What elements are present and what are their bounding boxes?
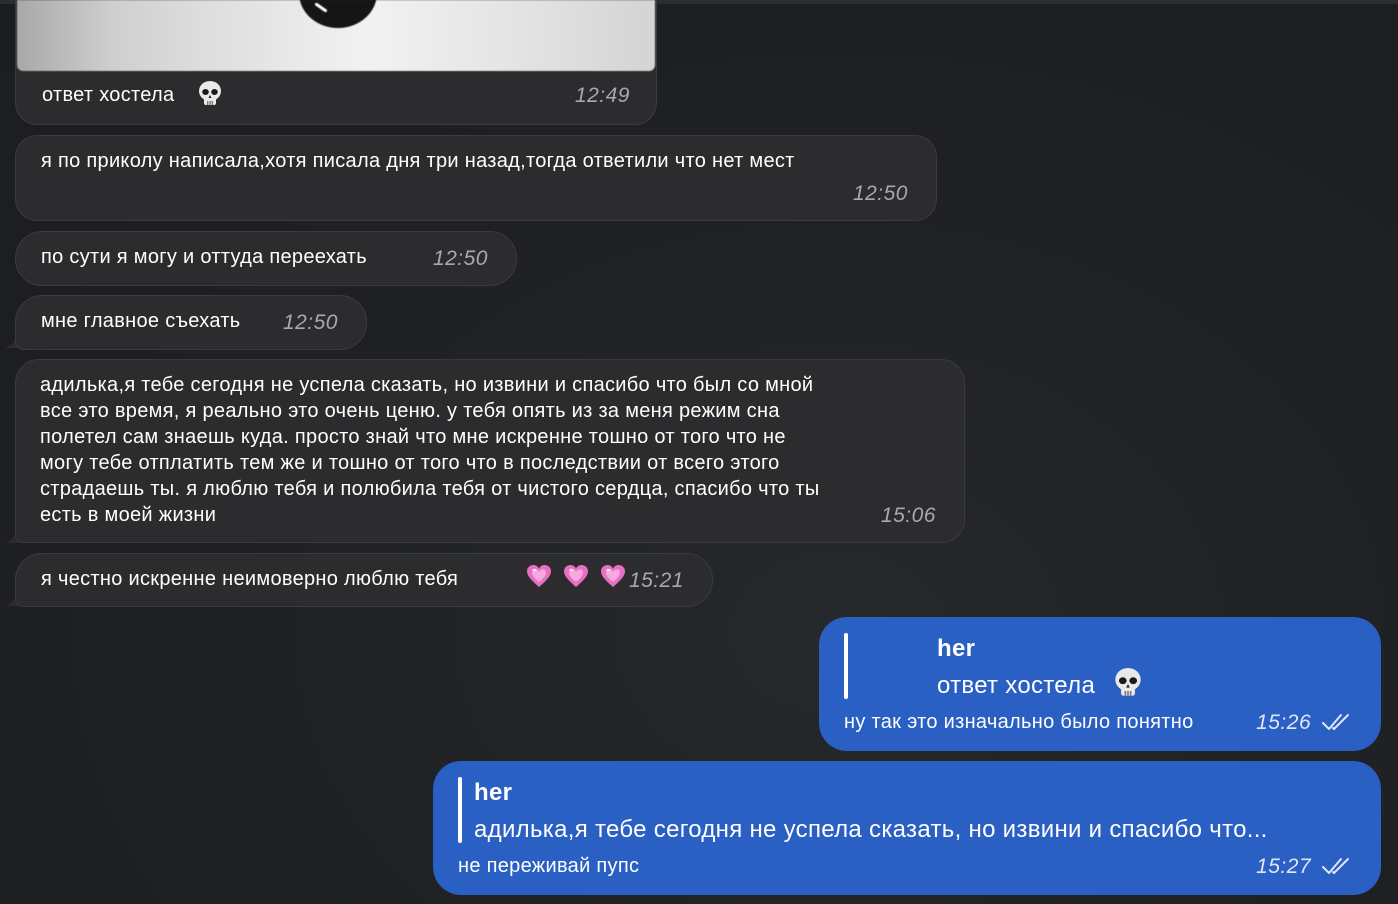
double-check-icon (1322, 858, 1349, 874)
message-timestamp: 12:50 (852, 182, 908, 205)
message-incoming-media[interactable]: ответ хостела 12:49 (15, 0, 657, 125)
message-incoming[interactable]: я честно искренне неимоверно люблю тебя … (15, 553, 713, 607)
message-text: я по приколу написала,хотя писала дня тр… (41, 150, 795, 172)
reply-author: her (474, 779, 513, 806)
message-timestamp: 15:21 (628, 569, 684, 592)
message-text-block: адилька,я тебе сегодня не успела сказать… (40, 372, 940, 528)
message-text: по сути я могу и оттуда переехать (41, 246, 367, 268)
message-incoming-long[interactable]: адилька,я тебе сегодня не успела сказать… (15, 359, 965, 543)
reply-quote-bar (844, 633, 848, 699)
message-timestamp: 12:50 (432, 247, 488, 270)
hearts-group (521, 564, 626, 589)
reply-quote[interactable]: her адилька,я тебе сегодня не успела ска… (463, 771, 1363, 851)
message-outgoing-reply[interactable]: her адилька,я тебе сегодня не успела ска… (433, 761, 1381, 895)
skull-emoji-icon (1115, 668, 1141, 696)
message-line: все это время, я реально это очень ценю.… (40, 400, 780, 422)
reply-author: her (937, 635, 976, 662)
message-text: я честно искренне неимоверно люблю тебя (41, 568, 459, 590)
message-text: мне главное съехать (41, 310, 241, 332)
message-incoming[interactable]: я по приколу написала,хотя писала дня тр… (15, 135, 937, 221)
message-outgoing-reply[interactable]: her ответ хостела ну так это изначально … (819, 617, 1381, 751)
message-meta: 15:27 (1256, 855, 1353, 879)
reply-quote-bar (458, 777, 462, 843)
message-text: не переживай пупс (458, 855, 640, 877)
message-line: могу тебе отплатить тем же и тошно от то… (40, 452, 780, 474)
message-timestamp: 12:49 (574, 84, 630, 107)
message-text: ответ хостела (42, 84, 175, 106)
message-line: адилька,я тебе сегодня не успела сказать… (40, 374, 814, 396)
message-meta: 15:26 (1256, 711, 1353, 735)
heart-emoji-icon (563, 565, 588, 587)
message-timestamp: 12:50 (282, 311, 338, 334)
message-timestamp: 15:27 (1256, 855, 1312, 878)
message-incoming[interactable]: мне главное съехать 12:50 (15, 295, 367, 350)
message-line: страдаешь ты. я люблю тебя и полюбила те… (40, 478, 820, 500)
reply-text: адилька,я тебе сегодня не успела сказать… (474, 816, 1268, 843)
double-check-icon (1322, 714, 1349, 730)
message-line: есть в моей жизни (40, 504, 217, 526)
message-incoming[interactable]: по сути я могу и оттуда переехать 12:50 (15, 231, 517, 286)
message-timestamp: 15:06 (880, 504, 936, 527)
chat-view: ответ хостела 12:49 я по приколу написал… (0, 0, 1398, 904)
message-timestamp: 15:26 (1256, 711, 1312, 734)
message-line: полетел сам знаешь куда. просто знай что… (40, 426, 786, 448)
message-text: ну так это изначально было понятно (844, 711, 1194, 733)
blurred-photo[interactable] (17, 0, 655, 71)
reply-text: ответ хостела (937, 672, 1096, 699)
heart-emoji-icon (600, 565, 625, 587)
reply-quote[interactable]: her ответ хостела (849, 627, 1369, 707)
skull-emoji-icon (199, 81, 221, 105)
heart-emoji-icon (527, 565, 551, 587)
